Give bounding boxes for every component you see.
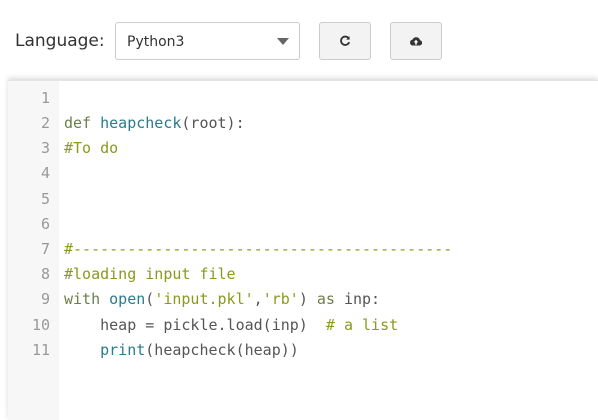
line-number-gutter: 1 2 3 4 5 6 7 8 9 10 11 [8, 81, 59, 420]
keyword-token: def [64, 114, 92, 132]
line-number: 9 [40, 290, 50, 308]
builtin-token: open [109, 290, 146, 308]
code-line: heap = pickle.load(inp) # a list [64, 313, 398, 338]
line-number: 10 [31, 316, 50, 334]
code-line: #---------------------------------------… [64, 237, 452, 262]
line-number: 5 [40, 190, 50, 208]
line-number: 4 [40, 164, 50, 182]
cloud-upload-icon [410, 37, 423, 46]
line-number: 11 [31, 341, 50, 359]
editor-toolbar: Language: Python3 [0, 0, 598, 80]
code-line: def heapcheck(root): [64, 111, 245, 136]
comment-token: #loading input file [64, 265, 236, 283]
code-line: print(heapcheck(heap)) [64, 338, 299, 363]
refresh-icon [340, 35, 351, 46]
line-number: 8 [40, 265, 50, 283]
language-select-value: Python3 [127, 34, 185, 50]
builtin-token: print [100, 341, 146, 359]
chevron-down-icon [277, 38, 289, 45]
code-token: inp: [343, 290, 381, 308]
language-select[interactable]: Python3 [115, 22, 300, 60]
string-token: 'input.pkl' [154, 290, 254, 308]
code-token: ) [298, 290, 308, 308]
keyword-token: with [64, 290, 101, 308]
line-number: 2 [40, 114, 50, 132]
keyword-token: as [316, 290, 335, 308]
line-number: 3 [40, 139, 50, 157]
line-number: 6 [40, 215, 50, 233]
line-number: 1 [40, 89, 50, 107]
line-number: 7 [40, 240, 50, 258]
code-token: , [253, 290, 263, 308]
code-token: (heapcheck(heap)) [145, 341, 299, 359]
code-token: ( [145, 290, 155, 308]
language-label: Language: [15, 31, 105, 51]
upload-button[interactable] [390, 22, 442, 60]
comment-token: # a list [325, 316, 399, 334]
reset-code-button[interactable] [319, 22, 371, 60]
code-line: #loading input file [64, 262, 236, 287]
function-name-token: heapcheck [100, 114, 182, 132]
string-token: 'rb' [262, 290, 299, 308]
code-token: (root): [181, 114, 245, 132]
code-line: #To do [64, 136, 118, 161]
code-editor[interactable]: 1 2 3 4 5 6 7 8 9 10 11 def heapcheck(ro… [8, 80, 598, 420]
code-token: heap = pickle.load(inp) [64, 316, 326, 334]
comment-token: #---------------------------------------… [64, 240, 453, 258]
code-line: with open('input.pkl','rb') as inp: [64, 287, 380, 312]
comment-token: #To do [64, 139, 119, 157]
